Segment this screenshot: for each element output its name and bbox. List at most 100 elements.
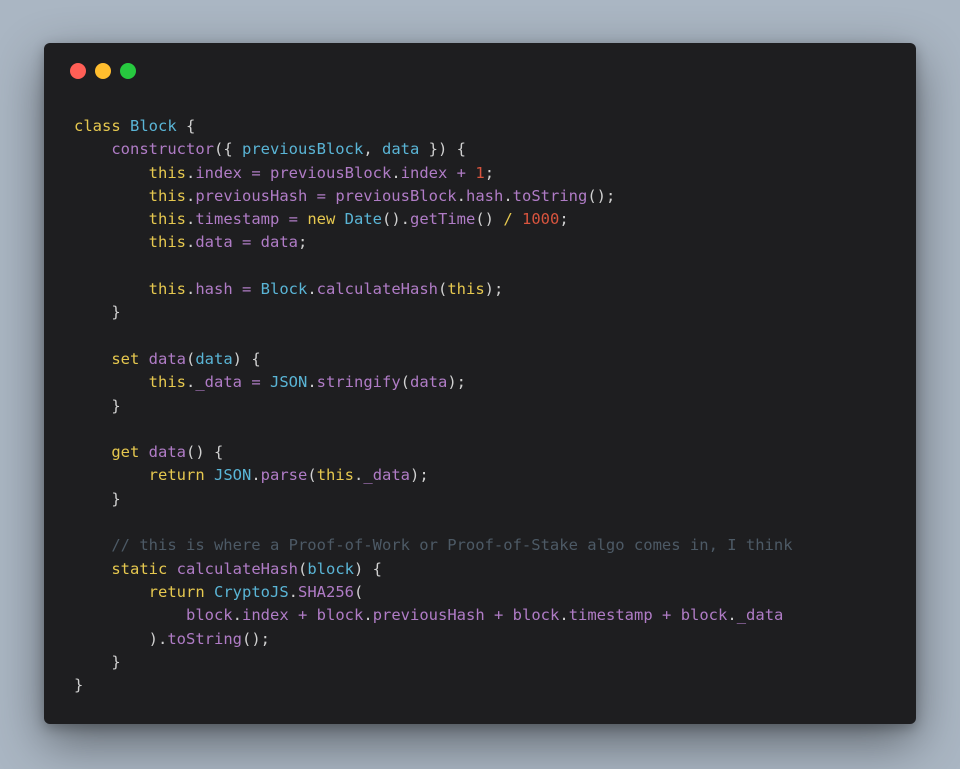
code-line: static calculateHash(block) { [74,558,793,581]
code-token: data [195,349,233,368]
code-token: ( [186,349,196,368]
code-token: toString [512,186,588,205]
code-token: . [288,582,298,601]
code-token: JSON [270,373,308,392]
code-token: ( [354,582,364,601]
code-token: this [148,280,186,299]
code-line: } [74,301,793,324]
code-token: ; [484,163,495,182]
code-token: } [74,489,121,508]
code-token: index [400,163,448,182]
code-token: previousBlock [241,140,364,159]
window-controls [70,63,136,79]
code-line: } [74,488,793,511]
code-token: this [148,233,186,252]
code-token: data [410,373,448,392]
code-token: 1 [475,163,485,182]
code-token: ). [74,629,168,648]
code-token: = [232,280,261,299]
code-line: this.previousHash = previousBlock.hash.t… [74,185,793,208]
code-token: + [484,606,513,625]
code-token: stringify [316,373,401,392]
code-token: ( [307,466,317,485]
code-token: block [185,606,233,625]
code-token: . [185,280,196,299]
code-token: timestamp [568,606,653,625]
code-token: block [680,606,728,625]
code-token: constructor [111,140,214,159]
code-token: getTime [410,210,476,229]
code-token: index [195,163,242,182]
code-token: JSON [214,466,252,485]
code-token: . [559,606,569,625]
code-token: . [251,466,261,485]
code-token: = [279,210,308,229]
code-token: = [307,186,336,205]
code-token: ({ [213,140,242,159]
code-token: index [242,606,289,625]
code-line: block.index + block.previousHash + block… [74,604,793,627]
code-token: this [447,280,485,299]
close-dot-icon[interactable] [70,63,86,79]
code-token: . [456,186,466,205]
minimize-dot-icon[interactable] [95,63,111,79]
code-token: (). [382,210,410,229]
code-line: } [74,651,793,674]
code-token: } [74,652,121,671]
code-token: CryptoJS [214,582,289,601]
code-token: Block [260,280,308,299]
code-token: previousHash [372,606,485,625]
code-token: ); [447,373,467,392]
code-token: static [111,559,168,578]
code-line: ).toString(); [74,628,793,651]
code-token: previousBlock [270,163,392,182]
code-token: _data [736,606,784,625]
code-line: this.hash = Block.calculateHash(this); [74,278,793,301]
code-token: . [185,163,196,182]
code-token: data [260,233,298,252]
code-token: block [307,559,355,578]
code-token: + [447,163,476,182]
maximize-dot-icon[interactable] [120,63,136,79]
code-token: set [111,349,140,368]
code-token: () [475,210,504,229]
code-token: . [185,373,196,392]
code-token: . [232,606,242,625]
code-token: data [148,349,186,368]
code-token: + [288,606,317,625]
code-token: toString [167,629,242,648]
code-token: data [381,140,420,159]
code-block: class Block { constructor({ previousBloc… [74,115,793,697]
code-token: (); [241,629,270,648]
code-line: return CryptoJS.SHA256( [74,581,793,604]
code-token: _data [363,466,411,485]
code-token: this [316,466,355,485]
code-token: } [74,676,84,695]
code-token: parse [260,466,308,485]
code-token: data [148,443,186,462]
code-line: this._data = JSON.stringify(data); [74,371,793,394]
code-line: this.index = previousBlock.index + 1; [74,162,793,185]
code-line: class Block { [74,115,793,138]
code-token: ( [438,280,448,299]
code-token: } [74,303,121,322]
code-token: block [316,606,364,625]
code-token: = [232,233,261,252]
code-line: } [74,674,793,697]
code-token: 1000 [522,210,560,229]
code-line: this.data = data; [74,231,793,254]
code-window: class Block { constructor({ previousBloc… [44,43,916,724]
code-line: this.timestamp = new Date().getTime() / … [74,208,793,231]
code-token: this [148,186,186,205]
code-token: . [391,163,401,182]
code-token: hash [465,186,504,205]
